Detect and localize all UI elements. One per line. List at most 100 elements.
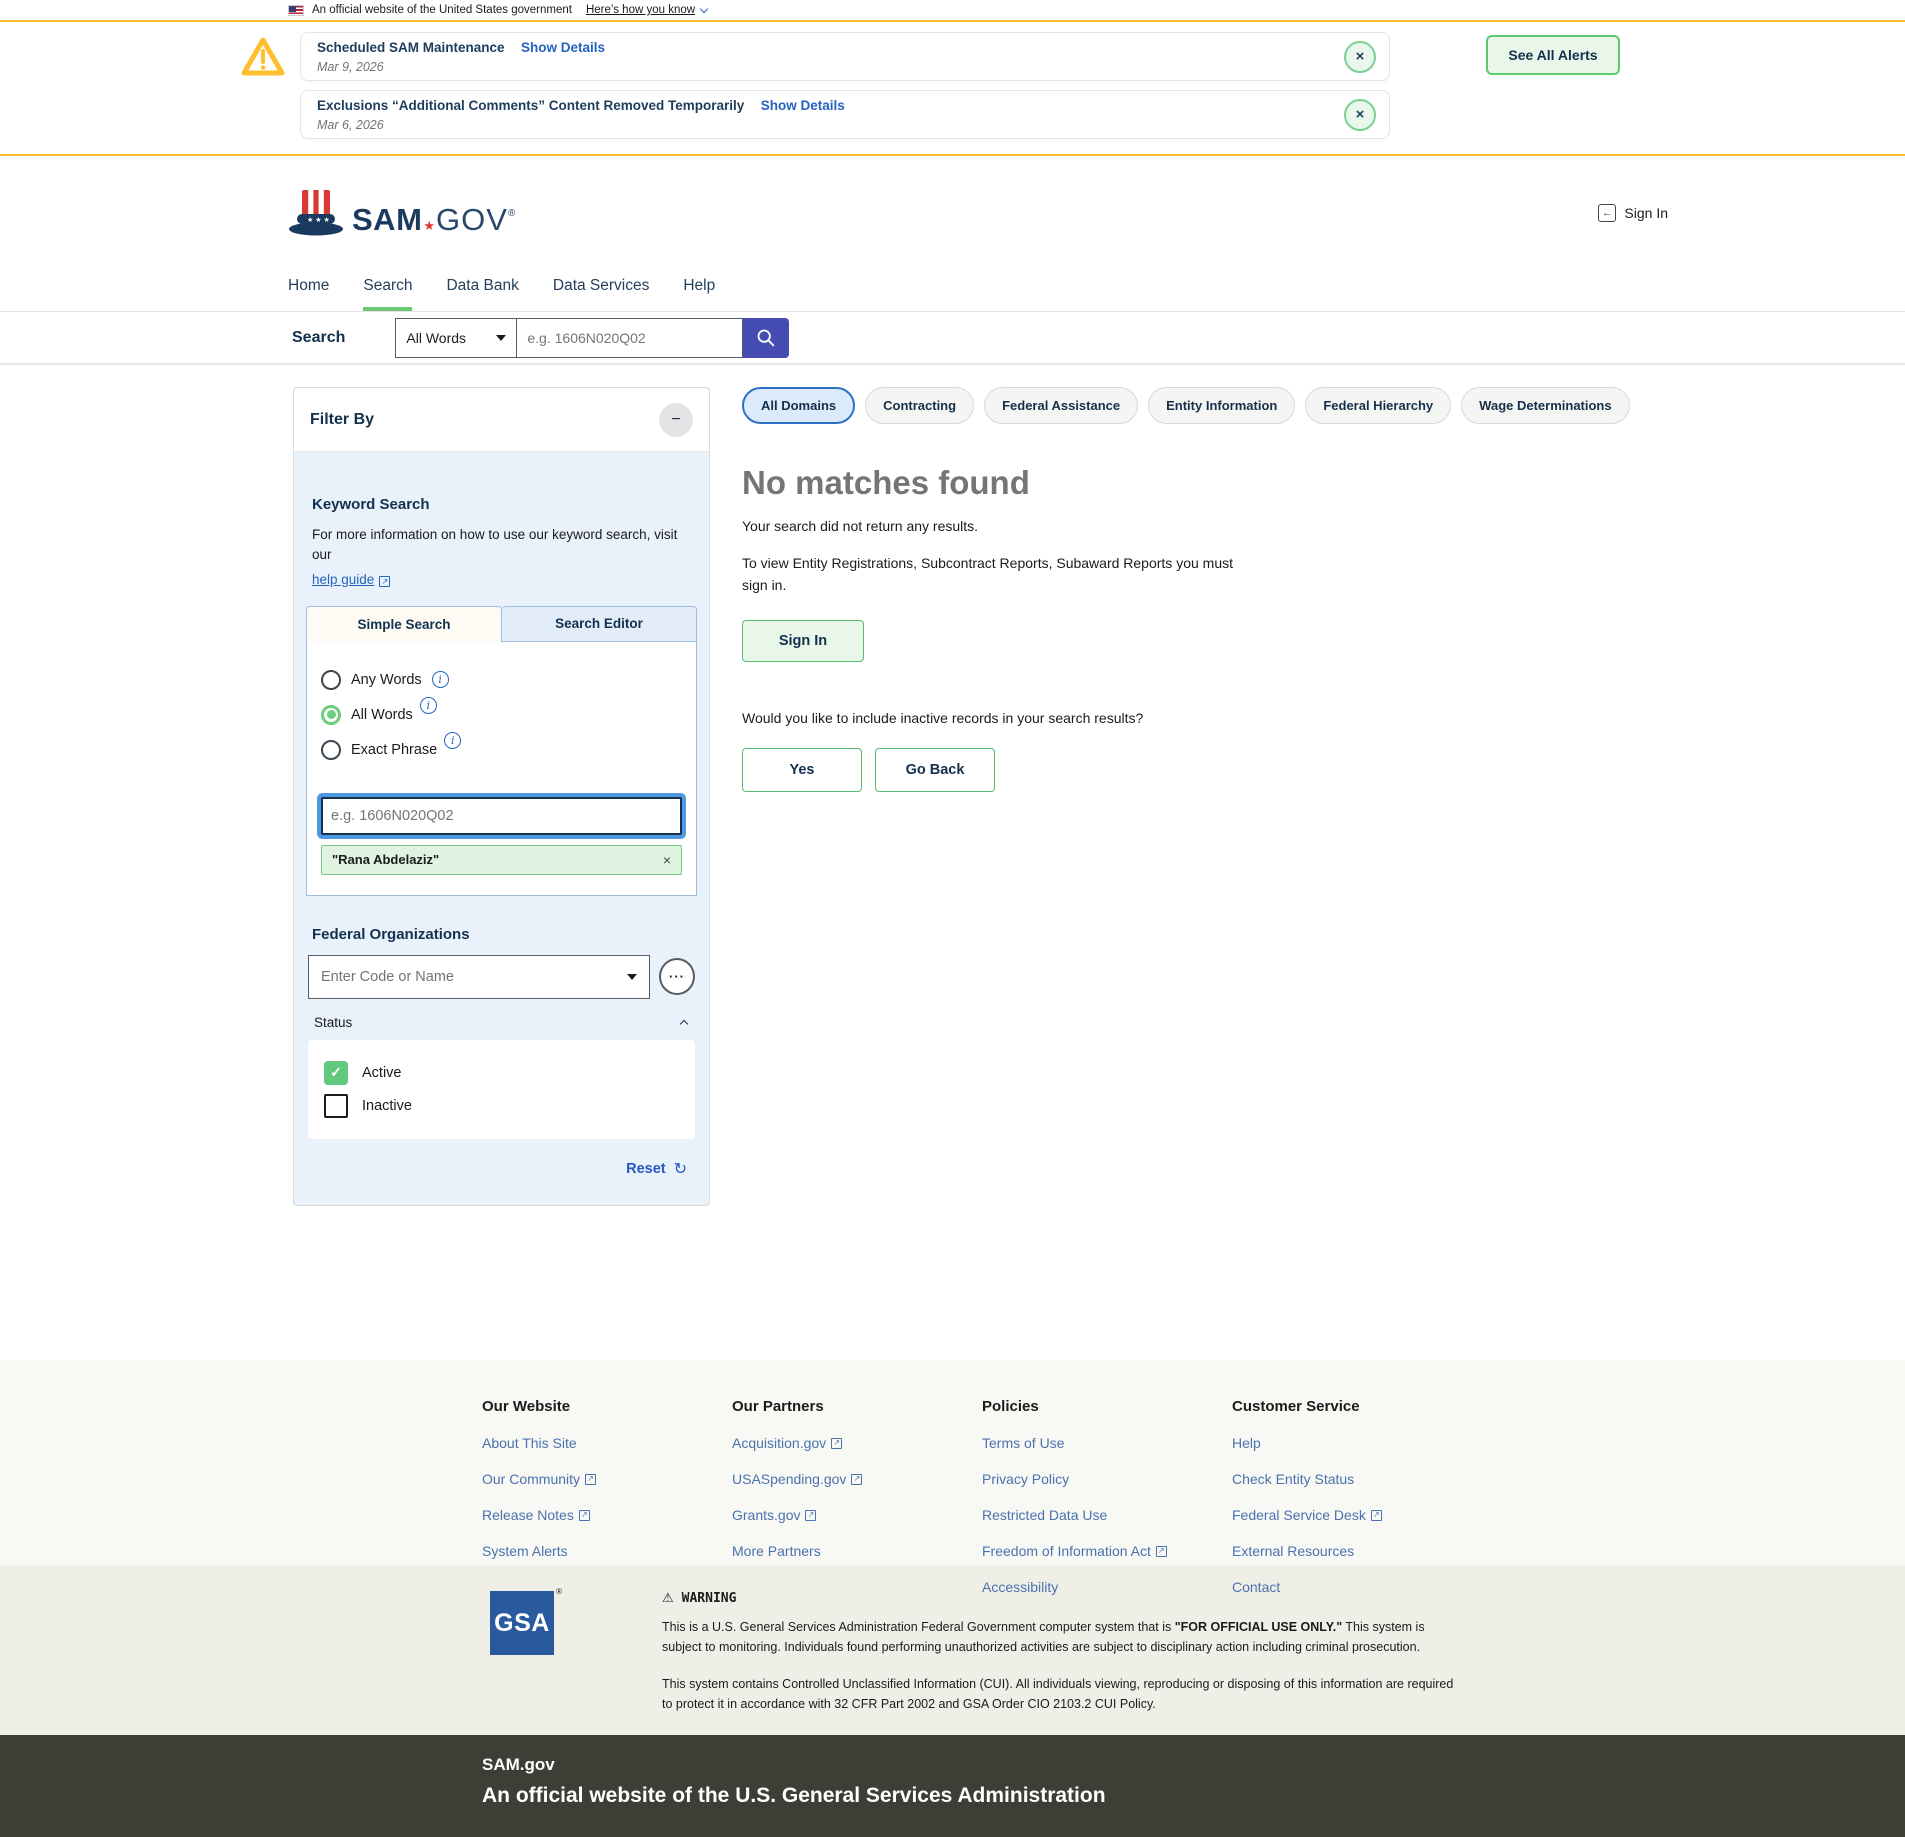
main-nav: Home Search Data Bank Data Services Help [0, 260, 1905, 312]
domain-tab-federal-hierarchy[interactable]: Federal Hierarchy [1305, 387, 1451, 424]
footer-col-heading: Our Partners [732, 1398, 982, 1415]
footer-link[interactable]: Restricted Data Use [982, 1507, 1107, 1523]
tab-simple-search[interactable]: Simple Search [306, 606, 502, 642]
status-toggle[interactable]: Status [314, 1015, 687, 1030]
external-link-icon: ↗ [851, 1474, 862, 1485]
checkbox-active[interactable]: ✓ [324, 1061, 348, 1085]
domain-tab-contracting[interactable]: Contracting [865, 387, 974, 424]
radio-row-exact-phrase: Exact Phrase i [321, 740, 682, 760]
nav-item-data-services[interactable]: Data Services [553, 260, 649, 311]
keyword-input[interactable] [321, 797, 682, 835]
info-icon[interactable]: i [420, 697, 437, 714]
warning-triangle-icon [240, 36, 286, 78]
more-options-button[interactable]: ··· [659, 958, 695, 995]
external-link-icon: ↗ [1371, 1510, 1382, 1521]
footer-link[interactable]: System Alerts [482, 1543, 568, 1559]
sam-gov-logo[interactable]: ★ ★ ★ SAM ★ GOV ® [288, 188, 515, 238]
tab-search-editor[interactable]: Search Editor [502, 606, 697, 642]
status-label: Status [314, 1015, 352, 1030]
domain-tab-all-domains[interactable]: All Domains [742, 387, 855, 424]
radio-exact-phrase[interactable] [321, 740, 341, 760]
info-icon[interactable]: i [432, 671, 449, 688]
ellipsis-icon: ··· [669, 969, 685, 984]
radio-label: Any Words [351, 672, 422, 688]
nav-item-help[interactable]: Help [683, 260, 715, 311]
footer-link[interactable]: Help [1232, 1435, 1261, 1451]
magnifier-icon [755, 327, 777, 349]
uncle-sam-hat-icon: ★ ★ ★ [288, 188, 344, 238]
sign-in-link[interactable]: ← Sign In [1598, 204, 1668, 222]
go-back-button[interactable]: Go Back [875, 748, 995, 792]
footer-link[interactable]: Our Community↗ [482, 1471, 596, 1487]
footer-link[interactable]: USASpending.gov↗ [732, 1471, 862, 1487]
footer-link[interactable]: About This Site [482, 1435, 577, 1451]
checkbox-label: Active [362, 1065, 402, 1081]
site-header: ★ ★ ★ SAM ★ GOV ® ← Sign In [0, 156, 1905, 260]
footer-warning: GSA ® ⚠ WARNING This is a U.S. General S… [0, 1565, 1905, 1735]
domain-tabs: All Domains Contracting Federal Assistan… [742, 387, 1582, 424]
status-options: ✓ Active Inactive [308, 1040, 695, 1139]
footer-link[interactable]: More Partners [732, 1543, 821, 1559]
search-type-select[interactable]: All Words [395, 318, 517, 358]
footer-col-our-partners: Our Partners Acquisition.gov↗ USASpendin… [732, 1398, 982, 1565]
domain-tab-federal-assistance[interactable]: Federal Assistance [984, 387, 1138, 424]
footer-col-heading: Policies [982, 1398, 1232, 1415]
minus-icon: − [671, 411, 680, 429]
us-flag-icon [288, 5, 304, 16]
footer-link[interactable]: Grants.gov↗ [732, 1507, 816, 1523]
keyword-search-heading: Keyword Search [312, 496, 691, 513]
logo-sam-text: SAM [352, 202, 422, 238]
sign-in-button[interactable]: Sign In [742, 620, 864, 662]
collapse-filters-button[interactable]: − [659, 403, 693, 437]
yes-button[interactable]: Yes [742, 748, 862, 792]
radio-any-words[interactable] [321, 670, 341, 690]
footer-link[interactable]: Release Notes↗ [482, 1507, 590, 1523]
external-link-icon: ↗ [585, 1474, 596, 1485]
caret-down-icon [496, 335, 506, 341]
footer-link[interactable]: Acquisition.gov↗ [732, 1435, 842, 1451]
external-link-icon: ↗ [379, 576, 390, 587]
search-button[interactable] [743, 318, 789, 358]
close-icon: × [1356, 48, 1365, 65]
close-alert-button[interactable]: × [1344, 41, 1376, 73]
nav-item-home[interactable]: Home [288, 260, 329, 311]
simple-search-card: Any Words i All Words i Exact Phrase i [306, 642, 697, 896]
show-details-link[interactable]: Show Details [761, 98, 845, 113]
footer-link[interactable]: Check Entity Status [1232, 1471, 1354, 1487]
show-details-link[interactable]: Show Details [521, 40, 605, 55]
help-guide-link[interactable]: help guide↗ [312, 572, 390, 587]
federal-org-select[interactable]: Enter Code or Name [308, 955, 650, 999]
footer-link[interactable]: Terms of Use [982, 1435, 1064, 1451]
status-option-active: ✓ Active [324, 1061, 679, 1085]
footer-link[interactable]: External Resources [1232, 1543, 1354, 1559]
gsa-registered-mark: ® [556, 1587, 562, 1596]
logo-gov-text: GOV [436, 202, 508, 238]
search-bar: Search All Words [0, 312, 1905, 365]
gov-banner-text: An official website of the United States… [312, 4, 572, 16]
nav-item-data-bank[interactable]: Data Bank [446, 260, 518, 311]
footer-links: Our Website About This Site Our Communit… [0, 1360, 1905, 1565]
keyword-info-text: For more information on how to use our k… [312, 525, 691, 566]
footer-link[interactable]: Freedom of Information Act↗ [982, 1543, 1167, 1559]
close-alert-button[interactable]: × [1344, 99, 1376, 131]
caret-down-icon [627, 974, 637, 980]
remove-chip-icon[interactable]: × [663, 852, 671, 868]
warning-heading: ⚠ WARNING [662, 1591, 1462, 1606]
radio-all-words[interactable] [321, 705, 341, 725]
how-you-know-link[interactable]: Here’s how you know [586, 4, 707, 16]
domain-tab-wage-determinations[interactable]: Wage Determinations [1461, 387, 1629, 424]
external-link-icon: ↗ [579, 1510, 590, 1521]
reset-filters-link[interactable]: Reset ↻ [316, 1159, 687, 1179]
footer-link[interactable]: Federal Service Desk↗ [1232, 1507, 1382, 1523]
checkbox-label: Inactive [362, 1098, 412, 1114]
footer-link[interactable]: Privacy Policy [982, 1471, 1069, 1487]
domain-tab-entity-information[interactable]: Entity Information [1148, 387, 1295, 424]
keyword-tabs: Simple Search Search Editor [306, 606, 697, 642]
global-search-input[interactable] [517, 318, 743, 358]
checkbox-inactive[interactable] [324, 1094, 348, 1118]
footer-site-name: SAM.gov [482, 1755, 1905, 1775]
info-icon[interactable]: i [444, 732, 461, 749]
nav-item-search[interactable]: Search [363, 260, 412, 311]
see-all-alerts-button[interactable]: See All Alerts [1486, 35, 1620, 75]
registered-mark: ® [508, 208, 515, 219]
